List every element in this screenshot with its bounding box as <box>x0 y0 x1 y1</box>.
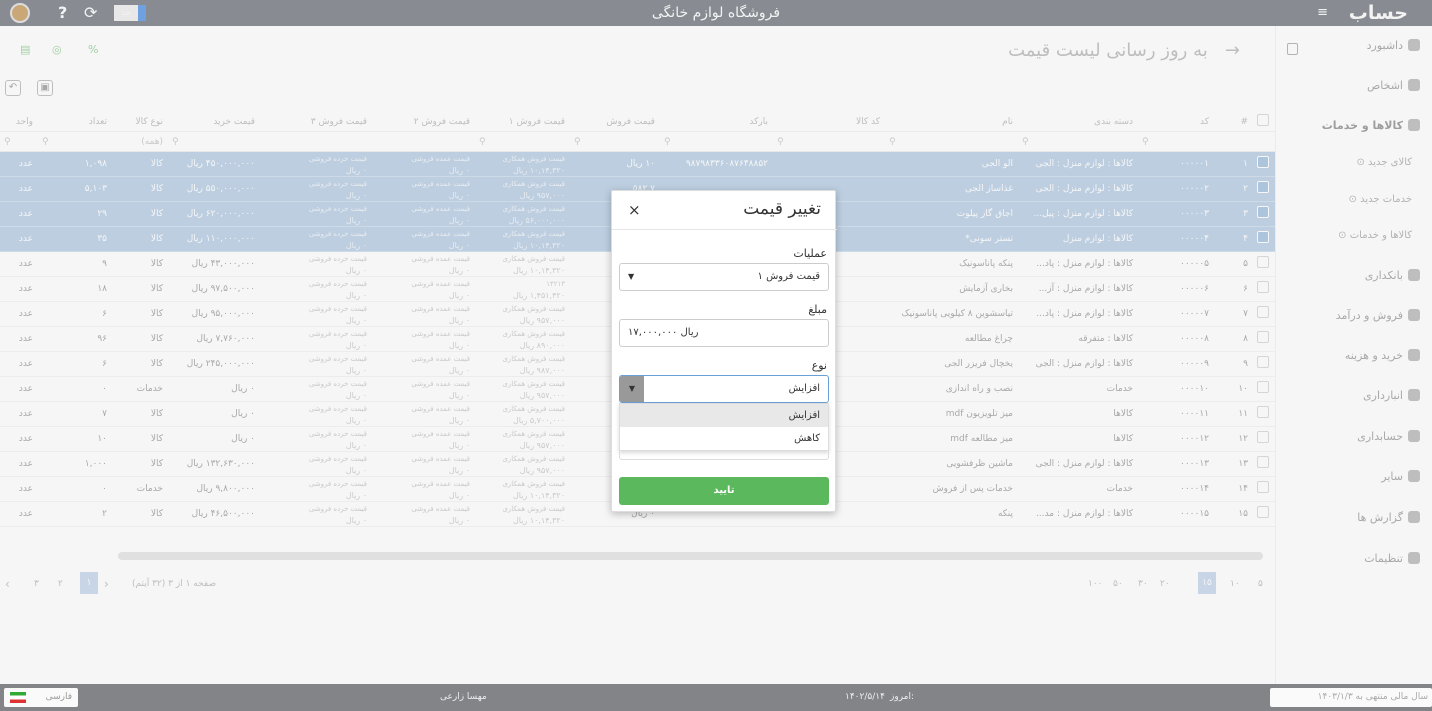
avatar[interactable] <box>10 3 30 23</box>
status-bar: فارسی مهسا زارعی امروز: ۱۴۰۲/۵/۱۴ سال ما… <box>0 684 1432 711</box>
user-name: مهسا زارعی <box>440 692 487 702</box>
today-date: ۱۴۰۲/۵/۱۴ <box>845 692 885 702</box>
language-select[interactable]: فارسی <box>4 688 78 707</box>
confirm-button[interactable]: تایید <box>619 477 829 505</box>
chevron-down-icon[interactable]: ▼ <box>620 376 644 402</box>
top-bar: حساب ≡ فروشگاه لوازم خانگی ? ⟳ جد <box>0 0 1432 26</box>
amount-input[interactable]: ۱۷,۰۰۰,۰۰۰ ریال <box>619 319 829 347</box>
sync-icon[interactable]: ⟳ <box>84 0 97 26</box>
today-label: امروز: <box>890 692 915 702</box>
iran-flag-icon <box>10 692 26 703</box>
shop-title: فروشگاه لوازم خانگی <box>651 5 781 21</box>
type-label: نوع <box>811 359 827 372</box>
operation-label: عملیات <box>793 247 827 260</box>
change-price-dialog: تغییر قیمت × عملیات قیمت فروش ۱ ▼ مبلغ ۱۷… <box>611 190 837 512</box>
divider <box>612 229 837 230</box>
operation-select[interactable]: قیمت فروش ۱ ▼ <box>619 263 829 291</box>
option-increase[interactable]: افزایش <box>620 404 828 427</box>
amount-label: مبلغ <box>808 303 827 316</box>
type-dropdown-list: افزایش کاهش <box>619 403 829 451</box>
option-decrease[interactable]: کاهش <box>620 427 828 450</box>
screen-switch-icon[interactable]: جد <box>114 5 146 21</box>
hidden-field-edge <box>619 450 829 460</box>
fiscal-year-select[interactable]: سال مالی منتهی به ۱۴۰۳/۱/۳ <box>1270 688 1432 707</box>
close-icon[interactable]: × <box>628 201 641 219</box>
dialog-title: تغییر قیمت <box>743 199 821 219</box>
chevron-down-icon: ▼ <box>628 272 635 281</box>
help-icon[interactable]: ? <box>58 0 67 26</box>
type-select[interactable]: افزایش ▼ <box>619 375 829 403</box>
